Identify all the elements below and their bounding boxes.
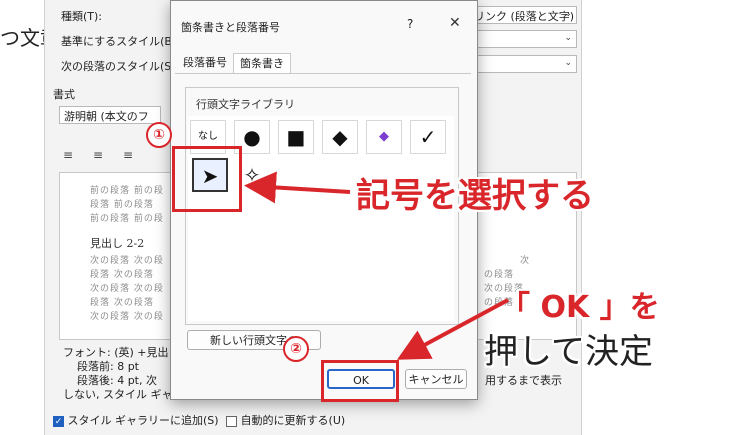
arrow-to-bullet: [244, 171, 351, 204]
select-symbol-annotation: 記号を選択する: [356, 176, 594, 216]
ok-annotation: 「 OK 」を: [500, 290, 660, 325]
confirm-annotation: 押して決定: [484, 332, 653, 372]
